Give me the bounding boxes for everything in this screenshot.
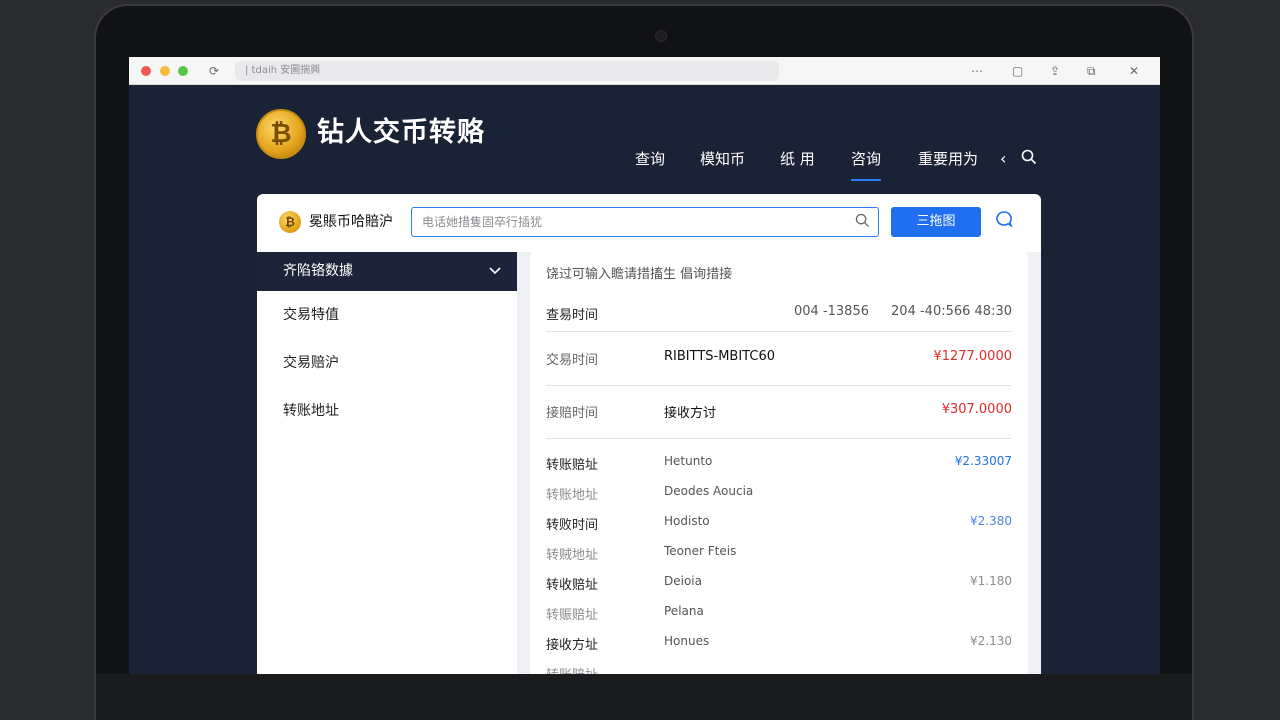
window-icon[interactable]: ▢ (1012, 63, 1023, 79)
refresh-icon[interactable]: ⟳ (209, 63, 219, 79)
search-icon[interactable] (1021, 149, 1037, 170)
list-item[interactable]: 转赈赔址 Pelana (546, 598, 1012, 628)
sidebar-header[interactable]: 齐陷铬数據 (257, 252, 517, 291)
list-item-label: 转账地址 (546, 488, 599, 503)
more-icon[interactable]: ⋯ (971, 63, 983, 79)
list-item-label: 接收方址 (546, 638, 599, 653)
list-item-amount: ¥2.380 (970, 514, 1012, 528)
site-title[interactable]: 钻人交币转赂 (317, 113, 485, 153)
results-panel: 饶过可输入瞻请措搐生 倡询措接 查易时间 004 -13856 204 -40:… (530, 252, 1028, 674)
search-icon[interactable] (855, 213, 870, 232)
laptop-base (96, 674, 1192, 720)
chat-icon[interactable] (995, 210, 1013, 233)
row-label: 交易时间 (546, 353, 599, 368)
list-item-label: 转账赔址 (546, 664, 598, 674)
sidebar-item-transfer-address[interactable]: 转账地址 (257, 387, 517, 435)
list-item-label: 转败时间 (546, 518, 599, 533)
list-item[interactable]: 转账地址 Deodes Aoucia (546, 478, 1012, 508)
list-item-name: Deioia (664, 574, 702, 588)
webcam (655, 30, 667, 42)
sidebar-header-label: 齐陷铬数據 (283, 263, 353, 279)
header-label: 查易时间 (546, 308, 599, 323)
list-item-amount: ¥2.130 (970, 634, 1012, 648)
sidebar-item-trade-compensation[interactable]: 交易赔沪 (257, 339, 517, 387)
bitcoin-icon: ₿ (279, 211, 301, 233)
card-title: 冕賬币哈賠沪 (309, 214, 393, 230)
minimize-window-button[interactable] (160, 66, 170, 76)
address-bar[interactable]: | tdaih 安圖揣興 (235, 61, 779, 81)
row-pair: 接收方讨 (664, 406, 717, 421)
nav-item-consult[interactable]: 咨询 (851, 149, 882, 181)
list-item-amount: ¥1.180 (970, 574, 1012, 588)
list-item[interactable]: 转收赔址 Deioia ¥1.180 (546, 568, 1012, 598)
bitcoin-logo-icon[interactable]: ₿ (256, 109, 306, 159)
list-item-name: Hetunto (664, 454, 713, 468)
nav-item-query[interactable]: 查询 (635, 149, 665, 169)
row-pair: RIBITTS-MBITC60 (664, 349, 775, 364)
sidebar-item-trade-value[interactable]: 交易特值 (257, 291, 517, 339)
results-header-row: 查易时间 004 -13856 204 -40:566 48:30 (546, 302, 1012, 332)
search-input[interactable] (412, 208, 832, 235)
list-item-name: Deodes Aoucia (664, 484, 754, 498)
list-item-name: Pelana (664, 604, 704, 618)
chevron-down-icon[interactable] (489, 252, 501, 291)
list-item[interactable]: 接收方址 Honues ¥2.130 (546, 628, 1012, 658)
card-header: ₿ 冕賬币哈賠沪 三拖图 (257, 194, 1041, 252)
list-item-label: 转收赔址 (546, 578, 599, 593)
row-amount: ¥307.0000 (941, 402, 1012, 417)
extension-icon[interactable]: ⧉ (1087, 63, 1096, 79)
list-item[interactable]: 转贼地址 Teoner Ftеis (546, 538, 1012, 568)
close-icon[interactable]: ✕ (1129, 63, 1139, 79)
nav-item-important[interactable]: 重要用为 (918, 149, 978, 169)
header-time: 204 -40:566 48:30 (891, 304, 1012, 319)
list-item-amount: ¥2.33007 (954, 454, 1012, 468)
close-window-button[interactable] (141, 66, 151, 76)
chevron-left-icon[interactable]: ‹ (1000, 149, 1006, 169)
list-item-name: Teoner Ftеis (664, 544, 737, 558)
card-body: 齐陷铬数據 交易特值 交易赔沪 转账地址 饶过可输入瞻请措搐生 倡询措接 查易时… (257, 252, 1041, 674)
table-row[interactable]: 交易时间 RIBITTS-MBITC60 ¥1277.0000 (546, 333, 1012, 386)
list-item-label: 转赈赔址 (546, 608, 599, 623)
nav-item-usage[interactable]: 纸 用 (780, 149, 815, 169)
list-item-label: 转贼地址 (546, 548, 599, 563)
row-label: 接赔时间 (546, 406, 599, 421)
browser-window: ⟳ | tdaih 安圖揣興 ⋯ ▢ ⇪ ⧉ ✕ ₿ 钻人交币转赂 查询 模知币… (129, 57, 1160, 674)
row-amount: ¥1277.0000 (933, 349, 1012, 364)
list-item-name: Hodisto (664, 514, 710, 528)
share-icon[interactable]: ⇪ (1050, 63, 1060, 79)
site-header: ₿ 钻人交币转赂 查询 模知币 纸 用 咨询 重要用为 ‹ (129, 85, 1160, 194)
query-card: ₿ 冕賬币哈賠沪 三拖图 齐陷铬数據 交易特值 (257, 194, 1041, 674)
list-item-name: Honues (664, 634, 710, 648)
browser-toolbar: ⟳ | tdaih 安圖揣興 ⋯ ▢ ⇪ ⧉ ✕ (129, 57, 1160, 85)
sidebar: 齐陷铬数據 交易特值 交易赔沪 转账地址 (257, 252, 517, 674)
maximize-window-button[interactable] (178, 66, 188, 76)
list-item-label: 转账赔址 (546, 458, 599, 473)
table-row[interactable]: 接赔时间 接收方讨 ¥307.0000 (546, 386, 1012, 439)
list-item[interactable]: 转账赔址 (546, 658, 1012, 674)
nav-item-coins[interactable]: 模知币 (700, 149, 745, 169)
search-field[interactable] (411, 207, 879, 237)
list-item[interactable]: 转败时间 Hodisto ¥2.380 (546, 508, 1012, 538)
list-item[interactable]: 转账赔址 Hetunto ¥2.33007 (546, 448, 1012, 478)
panel-hint: 饶过可输入瞻请措搐生 倡询措接 (546, 267, 733, 282)
search-button[interactable]: 三拖图 (891, 207, 981, 237)
header-id: 004 -13856 (794, 304, 869, 319)
